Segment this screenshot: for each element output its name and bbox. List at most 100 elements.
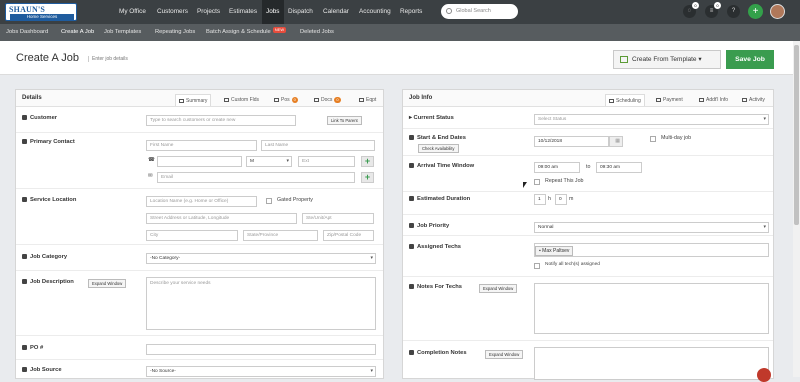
duration-text: Estimated Duration — [417, 196, 471, 203]
phone-input[interactable] — [157, 156, 242, 167]
unit-input[interactable]: Ste/Unit/Apt — [302, 213, 374, 224]
source-icon — [22, 367, 27, 372]
location-name-input[interactable]: Location Name (e.g. Home or Office) — [146, 196, 257, 207]
state-input[interactable]: State/Province — [243, 230, 318, 241]
arrival-to-input[interactable]: 09:30 am — [596, 162, 642, 173]
multi-day-checkbox[interactable] — [650, 136, 656, 142]
subnav-repeating-jobs[interactable]: Repeating Jobs — [155, 24, 195, 41]
street-address-input[interactable]: Street Address or Latitude, Longitude — [146, 213, 297, 224]
city-input[interactable]: City — [146, 230, 238, 241]
job-description-textarea[interactable]: Describe your service needs — [146, 277, 376, 330]
job-description-label: Job Description — [22, 279, 74, 285]
help-glyph: ? — [731, 8, 736, 14]
check-availability-button[interactable]: Check Availability — [418, 144, 459, 153]
to-label: to — [586, 164, 591, 170]
top-navigation-bar: SHAUN'S Home Services My Office Customer… — [0, 0, 800, 24]
expand-description-button[interactable]: Expand Window — [88, 279, 127, 288]
job-source-row: Job Source -No Source- — [16, 360, 383, 380]
email-input[interactable]: Email — [157, 172, 355, 183]
expand-notes-button[interactable]: Expand Window — [479, 284, 518, 293]
notes-icon — [409, 284, 414, 289]
list-icon[interactable]: ≡ 0 — [705, 2, 721, 18]
dates-label: Start & End Dates — [409, 135, 466, 141]
start-date-input[interactable]: 10/12/2018 — [534, 136, 609, 147]
subnav-create-a-job[interactable]: Create A Job — [61, 24, 94, 41]
nav-accounting[interactable]: Accounting — [359, 0, 391, 24]
quick-add-button[interactable]: + — [748, 4, 763, 19]
job-info-header: Job Info Scheduling Payment Addt'l Info … — [403, 90, 773, 107]
global-search-input[interactable]: Global Search — [441, 4, 518, 19]
tab-docs[interactable]: Docs 0 — [311, 94, 344, 106]
priority-select[interactable]: Normal — [534, 222, 769, 233]
subnav-deleted-jobs[interactable]: Deleted Jobs — [300, 24, 334, 41]
batch-assign-label: Batch Assign & Schedule — [206, 29, 271, 35]
add-email-button[interactable]: + — [361, 172, 374, 183]
customer-search-input[interactable]: Type to search customers or create new — [146, 115, 296, 126]
gated-property-label: Gated Property — [277, 197, 313, 203]
job-source-select[interactable]: -No Source- — [146, 366, 376, 377]
subnav-jobs-dashboard[interactable]: Jobs Dashboard — [6, 24, 48, 41]
nav-my-office[interactable]: My Office — [119, 0, 146, 24]
help-icon[interactable]: ? — [727, 5, 740, 18]
nav-estimates[interactable]: Estimates — [229, 0, 257, 24]
repeat-job-checkbox[interactable] — [534, 179, 540, 185]
nav-jobs[interactable]: Jobs — [262, 0, 284, 24]
tab-equipment[interactable]: Eqpt — [356, 94, 379, 106]
nav-reports[interactable]: Reports — [400, 0, 422, 24]
scrollbar-thumb[interactable] — [794, 45, 799, 225]
tech-chip[interactable]: ▪ Max Paltsev — [535, 246, 574, 256]
job-category-select[interactable]: -No Category- — [146, 253, 376, 264]
first-name-input[interactable]: First Name — [146, 140, 257, 151]
subnav-batch-assign[interactable]: Batch Assign & Schedule NEW — [206, 24, 287, 41]
gated-property-checkbox[interactable] — [266, 198, 272, 204]
last-name-input[interactable]: Last Name — [261, 140, 375, 151]
job-info-panel: Job Info Scheduling Payment Addt'l Info … — [402, 89, 774, 380]
tab-pos[interactable]: Pos 0 — [271, 94, 301, 106]
help-chat-fab[interactable] — [757, 368, 771, 382]
tab-scheduling-label: Scheduling — [616, 98, 641, 104]
user-avatar[interactable] — [770, 4, 785, 19]
completion-icon — [409, 350, 414, 355]
nav-projects[interactable]: Projects — [197, 0, 220, 24]
notify-techs-label: Notify all tech(s) assigned — [545, 262, 600, 267]
expand-completion-button[interactable]: Expand Window — [485, 350, 524, 359]
tab-activity[interactable]: Activity — [739, 94, 768, 106]
add-phone-button[interactable]: + — [361, 156, 374, 167]
tab-additional-info[interactable]: Addt'l Info — [696, 94, 731, 106]
nav-customers[interactable]: Customers — [157, 0, 188, 24]
tab-payment[interactable]: Payment — [653, 94, 686, 106]
create-from-template-button[interactable]: Create From Template ▾ — [613, 50, 721, 69]
company-logo[interactable]: SHAUN'S Home Services — [5, 3, 77, 21]
save-job-button[interactable]: Save Job — [726, 50, 774, 69]
tab-scheduling[interactable]: Scheduling — [605, 94, 645, 106]
tab-equipment-label: Eqpt — [366, 97, 377, 103]
dates-row: Start & End Dates Check Availability 10/… — [403, 129, 773, 156]
po-input[interactable] — [146, 344, 376, 355]
tab-custom-fields[interactable]: Custom Flds — [221, 94, 262, 106]
status-select[interactable]: Select Status — [534, 114, 769, 125]
notes-techs-textarea[interactable] — [534, 283, 769, 334]
phone-type-select[interactable]: M — [246, 156, 292, 167]
notify-techs-checkbox[interactable] — [534, 263, 540, 269]
chat-icon[interactable]: ◌ 0 — [683, 2, 699, 18]
tab-summary[interactable]: Summary — [175, 94, 212, 106]
custom-fields-icon — [224, 97, 229, 102]
calendar-picker-icon[interactable]: ▦ — [609, 136, 623, 147]
link-to-parent-button[interactable]: Link To Parent — [327, 116, 362, 125]
docs-count: 0 — [334, 96, 341, 103]
zip-input[interactable]: Zip/Postal Code — [323, 230, 374, 241]
arrival-from-input[interactable]: 09:00 am — [534, 162, 580, 173]
duration-hours-input[interactable]: 1 — [534, 194, 546, 205]
list-badge: 0 — [714, 2, 721, 9]
tab-docs-label: Docs — [321, 97, 333, 103]
minutes-unit: m — [569, 196, 574, 202]
phone-ext-input[interactable]: Ext — [298, 156, 355, 167]
subnav-job-templates[interactable]: Job Templates — [104, 24, 141, 41]
duration-minutes-input[interactable]: 0 — [555, 194, 567, 205]
nav-calendar[interactable]: Calendar — [323, 0, 349, 24]
completion-notes-textarea[interactable] — [534, 347, 769, 380]
notes-techs-text: Notes For Techs — [417, 284, 462, 291]
nav-dispatch[interactable]: Dispatch — [288, 0, 313, 24]
page-scrollbar[interactable] — [793, 41, 800, 377]
dates-text: Start & End Dates — [417, 135, 466, 142]
